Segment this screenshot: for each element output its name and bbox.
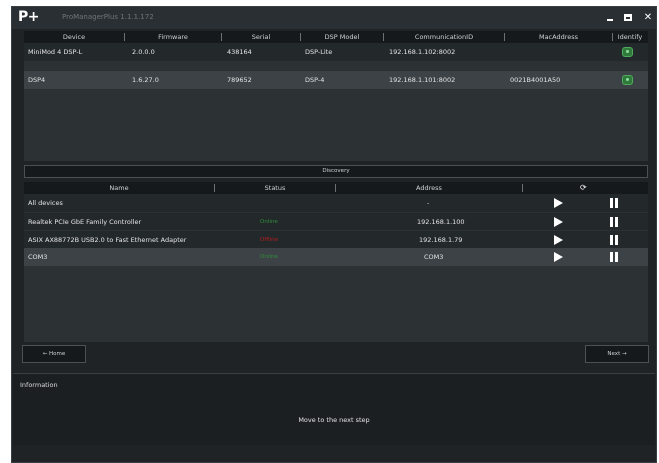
device-serial: 789652 [227,76,252,84]
column-firmware[interactable]: Firmware [125,31,221,43]
network-name: COM3 [28,253,48,261]
devices-table-header: Device Firmware Serial DSP Model Communi… [24,31,648,43]
title-bar: P+ ProManagerPlus 1.1.1.172 ✕ [12,7,656,29]
pause-icon[interactable] [610,235,618,245]
column-mac-address[interactable]: MacAddress [505,31,612,43]
pause-icon[interactable] [610,252,618,262]
play-icon[interactable] [554,217,563,227]
network-row[interactable]: COM3 Online COM3 [24,248,648,266]
device-serial: 438164 [227,48,252,56]
network-row[interactable]: ASIX AX88772B USB2.0 to Fast Ethernet Ad… [24,230,648,248]
network-address: COM3 [424,253,444,261]
column-name[interactable]: Name [24,182,214,194]
maximize-icon [624,14,632,21]
column-identify[interactable]: Identify [613,31,647,43]
network-status: Online [260,254,278,260]
minimize-button[interactable] [602,11,618,25]
play-icon[interactable] [554,198,563,208]
column-dsp-model[interactable]: DSP Model [301,31,383,43]
network-status: Offline [260,237,279,243]
refresh-icon[interactable]: ⟳ [580,182,587,194]
column-serial[interactable]: Serial [222,31,300,43]
pause-icon[interactable] [610,217,618,227]
network-name: All devices [28,199,63,207]
network-name: Realtek PCIe GbE Family Controller [28,218,142,226]
device-dsp-model: DSP-Lite [305,48,333,56]
device-name: DSP4 [28,76,46,84]
network-adapters-table: Name Status Address ⟳ All devices - Real… [24,182,648,342]
device-firmware: 1.6.27.0 [132,76,159,84]
column-status[interactable]: Status [215,182,335,194]
identify-button[interactable] [622,47,633,57]
devices-table: Device Firmware Serial DSP Model Communi… [24,31,648,161]
device-row[interactable]: MiniMod 4 DSP-L 2.0.0.0 438164 DSP-Lite … [24,43,648,61]
pause-icon[interactable] [610,198,618,208]
minimize-icon [607,19,613,21]
home-button[interactable]: ← Home [22,345,86,363]
app-logo: P+ [18,9,40,25]
column-device[interactable]: Device [24,31,124,43]
close-button[interactable]: ✕ [640,11,656,25]
device-communication-id: 192.168.1.102:8002 [389,48,456,56]
information-title: Information [20,381,58,389]
close-icon: ✕ [643,12,653,23]
device-name: MiniMod 4 DSP-L [28,48,83,56]
device-dsp-model: DSP-4 [305,76,325,84]
device-mac-address: 0021B4001A50 [510,76,561,84]
network-table-header: Name Status Address ⟳ [24,182,648,194]
maximize-button[interactable] [620,11,636,25]
network-address: - [427,199,430,207]
network-address: 192.168.1.79 [419,236,463,244]
play-icon[interactable] [554,252,563,262]
information-panel: Information Move to the next step [13,373,655,445]
device-communication-id: 192.168.1.101:8002 [389,76,456,84]
network-status: Online [260,219,278,225]
next-button[interactable]: Next → [585,345,649,363]
device-firmware: 2.0.0.0 [132,48,155,56]
network-row[interactable]: Realtek PCIe GbE Family Controller Onlin… [24,212,648,230]
information-message: Move to the next step [298,416,370,424]
network-address: 192.168.1.100 [417,218,465,226]
play-icon[interactable] [554,235,563,245]
app-title: ProManagerPlus 1.1.1.172 [62,13,154,21]
network-row[interactable]: All devices - [24,194,648,212]
device-row[interactable]: DSP4 1.6.27.0 789652 DSP-4 192.168.1.101… [24,71,648,89]
column-address[interactable]: Address [336,182,522,194]
network-name: ASIX AX88772B USB2.0 to Fast Ethernet Ad… [28,236,187,244]
discovery-button[interactable]: Discovery [24,165,648,178]
app-window: P+ ProManagerPlus 1.1.1.172 ✕ Device Fir… [11,6,657,463]
column-communication-id[interactable]: CommunicationID [384,31,504,43]
identify-button[interactable] [622,75,633,85]
